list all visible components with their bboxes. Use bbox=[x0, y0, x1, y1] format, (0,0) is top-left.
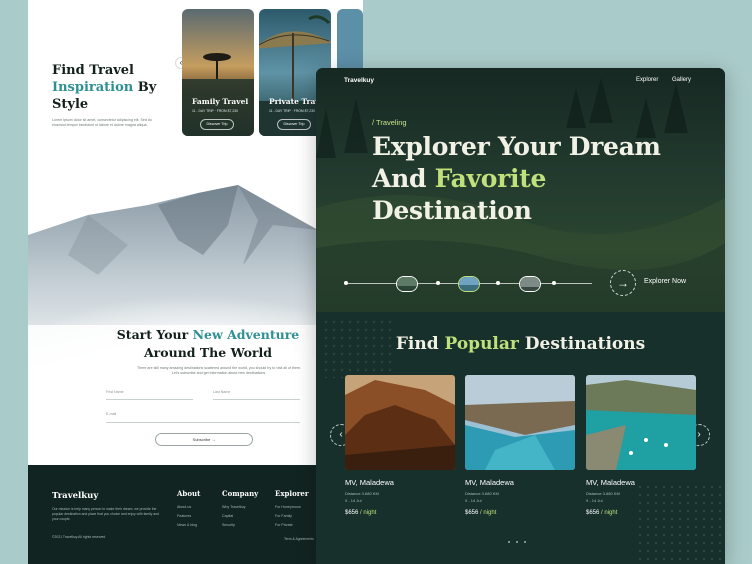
footer-column-about: About About us Features News & blog bbox=[177, 489, 200, 530]
footer-link[interactable]: For Private bbox=[275, 521, 309, 530]
footer-link[interactable]: News & blog bbox=[177, 521, 200, 530]
trip-card-name: Family Travel bbox=[192, 97, 249, 106]
destination-card[interactable]: MV, Maladewa Distance 3.680 KM 9 - 14 Ju… bbox=[465, 375, 575, 516]
destination-dates: 9 - 14 Jul bbox=[345, 498, 362, 503]
trip-card-meta: 11 - DAY TRIP · FROM $7,230 bbox=[192, 109, 239, 113]
slider-thumbnail-active[interactable] bbox=[458, 276, 480, 292]
email-field[interactable]: E-mail bbox=[106, 412, 300, 423]
arrow-right-icon: → bbox=[617, 276, 629, 290]
footer-column-explorer: Explorer For Honeymoon For Family For Pr… bbox=[275, 489, 309, 530]
footer-heading: Company bbox=[222, 489, 259, 498]
inspiration-section: Find Travel Inspiration By Style Lorem i… bbox=[28, 0, 363, 180]
first-name-field[interactable]: First Name bbox=[106, 390, 193, 400]
destination-image bbox=[345, 375, 455, 470]
footer: Travelkuy Our mission is help many perso… bbox=[28, 465, 363, 564]
destination-distance: Distance 3.680 KM bbox=[465, 491, 499, 496]
slider-dot[interactable] bbox=[344, 281, 348, 285]
explore-now-label[interactable]: Explorer Now bbox=[644, 278, 686, 285]
destination-distance: Distance 3.680 KM bbox=[345, 491, 379, 496]
destination-image bbox=[465, 375, 575, 470]
thumbnail-image bbox=[520, 277, 540, 291]
nav-link-gallery[interactable]: Gallery bbox=[672, 77, 691, 83]
footer-link[interactable]: About us bbox=[177, 503, 200, 512]
thumbnail-image bbox=[459, 277, 479, 291]
pagination-dots[interactable] bbox=[508, 530, 532, 548]
footer-heading: About bbox=[177, 489, 201, 498]
footer-description: Our mission is help many person to make … bbox=[52, 507, 160, 521]
adventure-description: There are still many amazing destination… bbox=[137, 366, 301, 375]
destination-distance: Distance 3.680 KM bbox=[586, 491, 620, 496]
subscribe-label: Subscribe bbox=[192, 437, 211, 442]
thumbnail-image bbox=[397, 277, 417, 291]
cliff-image bbox=[345, 375, 455, 470]
destination-name: MV, Maladewa bbox=[465, 478, 514, 487]
footer-link[interactable]: For Family bbox=[275, 512, 309, 521]
slider-dot[interactable] bbox=[552, 281, 556, 285]
footer-heading: Explorer bbox=[275, 489, 309, 498]
slider-thumbnail[interactable] bbox=[396, 276, 418, 292]
footer-brand[interactable]: Travelkuy bbox=[52, 491, 98, 501]
chevron-right-icon: › bbox=[697, 429, 701, 440]
subscribe-button[interactable]: Subscribe → bbox=[155, 433, 253, 446]
landing-page-dark: Travelkuy Explorer Gallery / Traveling E… bbox=[316, 68, 725, 564]
footer-link[interactable]: For Honeymoon bbox=[275, 503, 309, 512]
footer-column-company: Company Why Travelkuy Capital Security bbox=[222, 489, 258, 530]
destination-price: $656 / night bbox=[465, 510, 497, 516]
destination-dates: 9 - 14 Jul bbox=[465, 498, 482, 503]
trip-card-family[interactable]: Family Travel 11 - DAY TRIP · FROM $7,23… bbox=[182, 9, 254, 136]
slider-dot[interactable] bbox=[436, 281, 440, 285]
trip-card-meta: 11 - DAY TRIP · FROM $7,230 bbox=[269, 109, 316, 113]
hero-title: Explorer Your Dream And Favorite Destina… bbox=[372, 132, 661, 225]
destination-price: $656 / night bbox=[345, 510, 377, 516]
popular-title: Find Popular Destinations bbox=[395, 334, 646, 354]
footer-copyright: ©2021 Travelkuy.All rights reserved bbox=[52, 535, 106, 539]
inspiration-title: Find Travel Inspiration By Style bbox=[52, 63, 157, 112]
terms-link[interactable]: Term & Agreements bbox=[284, 537, 314, 541]
footer-link[interactable]: Security bbox=[222, 521, 258, 530]
landing-page-light: Find Travel Inspiration By Style Lorem i… bbox=[28, 0, 363, 564]
sunset-tree-image bbox=[182, 9, 254, 136]
nav-brand[interactable]: Travelkuy bbox=[344, 77, 374, 84]
adventure-title: Start Your New Adventure Around The Worl… bbox=[116, 327, 300, 360]
hero-tag: / Traveling bbox=[372, 118, 407, 127]
destination-image bbox=[586, 375, 696, 470]
discover-trip-button[interactable]: Discover Trip bbox=[200, 119, 234, 130]
bay-boats-image bbox=[586, 375, 696, 470]
footer-link[interactable]: Why Travelkuy bbox=[222, 503, 258, 512]
arrow-right-icon: → bbox=[211, 437, 216, 442]
destination-dates: 9 - 14 Jul bbox=[586, 498, 603, 503]
coastline-image bbox=[465, 375, 575, 470]
destination-price: $656 / night bbox=[586, 510, 618, 516]
slider-thumbnail[interactable] bbox=[519, 276, 541, 292]
destination-card[interactable]: MV, Maladewa Distance 3.680 KM 9 - 14 Ju… bbox=[586, 375, 696, 516]
nav-link-explorer[interactable]: Explorer bbox=[636, 77, 658, 83]
last-name-field[interactable]: Last Name bbox=[213, 390, 300, 400]
chevron-left-icon: ‹ bbox=[339, 429, 343, 440]
destination-card[interactable]: MV, Maladewa Distance 3.680 KM 9 - 14 Ju… bbox=[345, 375, 455, 516]
destination-name: MV, Maladewa bbox=[586, 478, 635, 487]
footer-link[interactable]: Capital bbox=[222, 512, 258, 521]
footer-link[interactable]: Features bbox=[177, 512, 200, 521]
explore-now-button[interactable]: → bbox=[610, 270, 636, 296]
inspiration-description: Lorem ipsum dolor sit amet, consectetur … bbox=[52, 118, 152, 128]
destination-name: MV, Maladewa bbox=[345, 478, 394, 487]
slider-dot[interactable] bbox=[496, 281, 500, 285]
discover-trip-button[interactable]: Discover Trip bbox=[277, 119, 311, 130]
